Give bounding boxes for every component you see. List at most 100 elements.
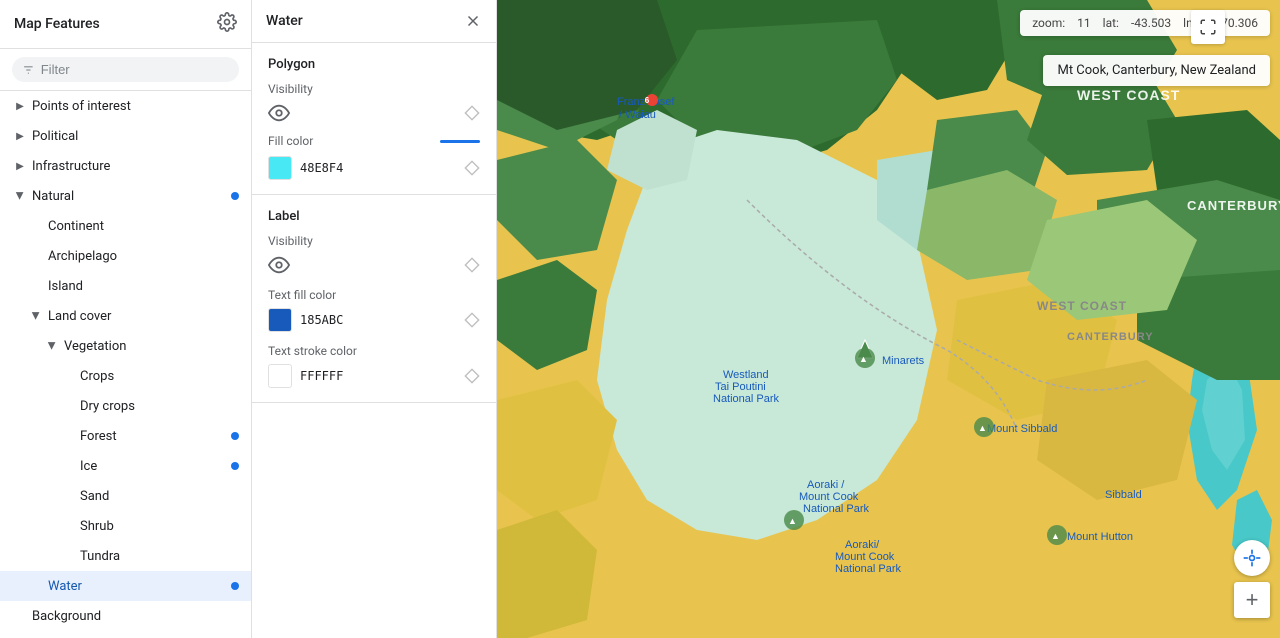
sidebar-item-vegetation[interactable]: ▶Vegetation	[0, 331, 251, 361]
no-arrow	[28, 218, 44, 234]
sidebar-item-sand[interactable]: Sand	[0, 481, 251, 511]
sidebar-item-background[interactable]: Background	[0, 601, 251, 631]
svg-text:CANTERBURY: CANTERBURY	[1187, 198, 1280, 213]
sidebar-item-label: Crops	[80, 369, 239, 384]
svg-text:▲: ▲	[859, 354, 868, 364]
lat-label: lat:	[1103, 16, 1119, 30]
map-expand-button[interactable]	[1191, 10, 1225, 44]
sidebar-header: Map Features	[0, 0, 251, 49]
svg-text:Mount Hutton: Mount Hutton	[1067, 531, 1133, 543]
sidebar-tree: ▶Points of interest▶Political▶Infrastruc…	[0, 91, 251, 638]
sidebar-item-continent[interactable]: Continent	[0, 211, 251, 241]
polygon-section: Polygon Visibility Fill color	[252, 43, 496, 195]
text-stroke-color-row[interactable]: FFFFFF	[268, 364, 343, 388]
sidebar-item-shrub[interactable]: Shrub	[0, 511, 251, 541]
sidebar-item-forest[interactable]: Forest	[0, 421, 251, 451]
svg-text:Mount Sibbald: Mount Sibbald	[987, 423, 1057, 435]
filter-icon	[22, 63, 35, 77]
filter-input[interactable]	[41, 62, 229, 77]
sidebar-item-points-of-interest[interactable]: ▶Points of interest	[0, 91, 251, 121]
svg-text:National Park: National Park	[803, 503, 870, 515]
close-button[interactable]	[464, 12, 482, 30]
no-arrow	[28, 248, 44, 264]
sidebar-item-dry-crops[interactable]: Dry crops	[0, 391, 251, 421]
sidebar-item-label: Water	[48, 579, 231, 594]
svg-text:▲: ▲	[788, 516, 797, 526]
sidebar-item-label: Points of interest	[32, 99, 239, 114]
sidebar-item-label: Archipelago	[48, 249, 239, 264]
sidebar-item-label: Natural	[32, 189, 231, 204]
sidebar-item-label: Infrastructure	[32, 159, 239, 174]
modified-dot	[231, 582, 239, 590]
zoom-in-button[interactable]: +	[1234, 582, 1270, 618]
fill-color-label: Fill color	[268, 134, 313, 148]
no-arrow	[28, 578, 44, 594]
svg-text:Minarets: Minarets	[882, 355, 925, 367]
svg-text:Sibbald: Sibbald	[1105, 489, 1142, 501]
fill-color-row[interactable]: 48E8F4	[268, 156, 343, 180]
no-arrow	[60, 398, 76, 414]
sidebar-item-tundra[interactable]: Tundra	[0, 541, 251, 571]
modified-dot	[231, 432, 239, 440]
gear-icon[interactable]	[217, 12, 237, 36]
svg-text:Aoraki/: Aoraki/	[845, 539, 880, 551]
svg-text:WEST COAST: WEST COAST	[1037, 299, 1127, 313]
sidebar-item-label: Tundra	[80, 549, 239, 564]
sidebar-item-ice[interactable]: Ice	[0, 451, 251, 481]
polygon-visibility-eye[interactable]	[268, 102, 290, 124]
sidebar-item-label: Island	[48, 279, 239, 294]
sidebar-item-infrastructure[interactable]: ▶ Infrastructure	[0, 151, 251, 181]
no-arrow	[28, 278, 44, 294]
zoom-value: 11	[1077, 16, 1091, 30]
polygon-title: Polygon	[268, 57, 480, 72]
visibility-label: Visibility	[268, 82, 480, 96]
sidebar-item-political[interactable]: ▶ Political	[0, 121, 251, 151]
text-fill-color-swatch	[268, 308, 292, 332]
location-button[interactable]	[1234, 540, 1270, 576]
arrow-icon: ▶	[12, 128, 28, 144]
sidebar-item-label: Ice	[80, 459, 231, 474]
text-fill-color-row[interactable]: 185ABC	[268, 308, 343, 332]
sidebar-item-natural[interactable]: ▶ Natural	[0, 181, 251, 211]
map-area[interactable]: WEST COAST CANTERBURY WEST COAST CANTERB…	[497, 0, 1280, 638]
sidebar-item-water[interactable]: Water	[0, 571, 251, 601]
text-fill-diamond[interactable]	[464, 312, 480, 328]
fill-color-value: 48E8F4	[300, 161, 343, 175]
svg-text:Aoraki /: Aoraki /	[807, 479, 845, 491]
sidebar-item-label: Continent	[48, 219, 239, 234]
sidebar-item-crops[interactable]: Crops	[0, 361, 251, 391]
label-visibility-eye[interactable]	[268, 254, 290, 276]
arrow-icon: ▶	[12, 158, 28, 174]
modified-dot	[231, 462, 239, 470]
svg-text:▲: ▲	[1051, 531, 1060, 541]
sidebar-item-label: Shrub	[80, 519, 239, 534]
text-stroke-color-value: FFFFFF	[300, 369, 343, 383]
no-arrow	[60, 428, 76, 444]
sidebar-item-land-cover[interactable]: ▶Land cover	[0, 301, 251, 331]
arrow-icon: ▶	[12, 188, 28, 204]
no-arrow	[12, 608, 28, 624]
label-title: Label	[268, 209, 480, 224]
svg-text:Mount Cook: Mount Cook	[799, 491, 859, 503]
text-stroke-color-swatch	[268, 364, 292, 388]
zoom-label: zoom:	[1032, 16, 1065, 30]
polygon-visibility-diamond[interactable]	[464, 105, 480, 121]
no-arrow	[60, 458, 76, 474]
text-stroke-label: Text stroke color	[268, 344, 480, 358]
no-arrow	[60, 548, 76, 564]
text-fill-label: Text fill color	[268, 288, 480, 302]
filter-bar	[0, 49, 251, 91]
text-stroke-diamond[interactable]	[464, 368, 480, 384]
sidebar-item-archipelago[interactable]: Archipelago	[0, 241, 251, 271]
fill-color-header: Fill color	[268, 134, 480, 148]
fill-color-diamond[interactable]	[464, 160, 480, 176]
label-visibility-diamond[interactable]	[464, 257, 480, 273]
lat-value: -43.503	[1131, 16, 1171, 30]
modified-dot	[231, 192, 239, 200]
svg-text:▲: ▲	[978, 423, 987, 433]
sidebar-item-island[interactable]: Island	[0, 271, 251, 301]
svg-text:Tai Poutini: Tai Poutini	[715, 381, 766, 393]
no-arrow	[60, 488, 76, 504]
sidebar-item-label: Political	[32, 129, 239, 144]
arrow-icon: ▶	[44, 338, 60, 354]
